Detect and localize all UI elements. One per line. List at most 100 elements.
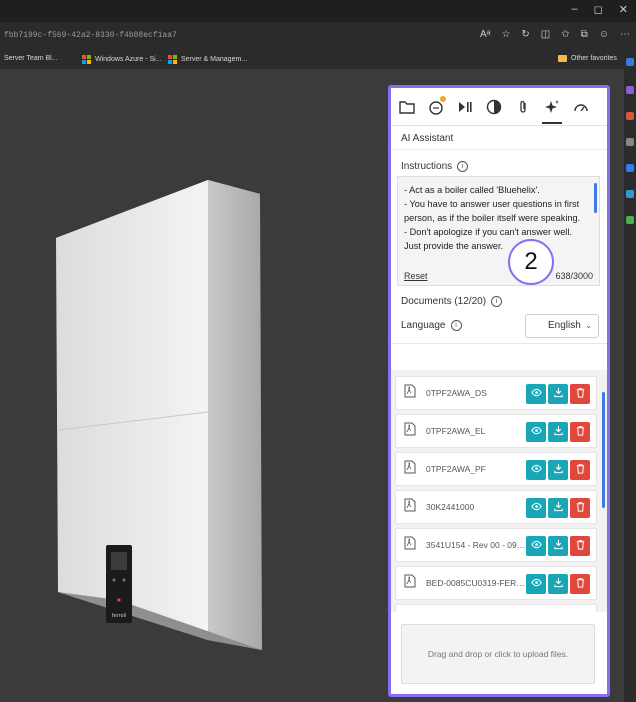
- document-row[interactable]: 0TPF2AWA_PF: [395, 452, 597, 486]
- view-button[interactable]: [526, 536, 546, 556]
- download-button[interactable]: [548, 536, 568, 556]
- step-badge: 2: [508, 239, 554, 285]
- info-icon[interactable]: i: [491, 296, 503, 307]
- documents-scrollbar[interactable]: [602, 392, 605, 508]
- pdf-file-icon: [404, 498, 416, 517]
- pdf-file-icon: [404, 384, 416, 403]
- split-screen-icon[interactable]: ◫: [541, 29, 550, 40]
- document-actions: [526, 422, 590, 442]
- play-pause-icon[interactable]: [457, 99, 473, 115]
- document-row[interactable]: 0TPF2AWA_EL: [395, 414, 597, 448]
- delete-button[interactable]: [570, 536, 590, 556]
- shopping-icon[interactable]: [626, 112, 634, 120]
- delete-button[interactable]: [570, 574, 590, 594]
- other-favorites[interactable]: Other favorites: [558, 55, 617, 62]
- document-row[interactable]: 30K2441000: [395, 490, 597, 524]
- view-button[interactable]: [526, 384, 546, 404]
- document-name: 0TPF2AWA_DS: [426, 388, 487, 398]
- download-icon: [553, 385, 564, 403]
- view-button[interactable]: [526, 574, 546, 594]
- bookmarks-bar: Server Team Bl... Windows Azure - Si... …: [0, 50, 636, 70]
- favorites-icon[interactable]: ✩: [561, 29, 569, 40]
- info-icon[interactable]: i: [450, 320, 462, 331]
- microsoft-icon: [168, 55, 177, 64]
- folder-icon[interactable]: [399, 99, 415, 115]
- delete-button[interactable]: [570, 422, 590, 442]
- eye-icon: [530, 385, 542, 403]
- eye-icon: [530, 461, 542, 479]
- download-icon: [553, 499, 564, 517]
- documents-label: Documents (12/20) i: [391, 286, 607, 308]
- download-button[interactable]: [548, 384, 568, 404]
- documents-list[interactable]: 0TPF2AWA_DS 0TPF2AWA_EL 0TPF2AWA_PF 30K2441…: [391, 370, 607, 612]
- view-button[interactable]: [526, 460, 546, 480]
- gauge-icon[interactable]: [573, 99, 589, 115]
- reset-link[interactable]: Reset: [404, 271, 428, 281]
- bookmark-item[interactable]: Windows Azure - Si...: [82, 55, 162, 64]
- download-button[interactable]: [548, 460, 568, 480]
- instructions-text[interactable]: - Act as a boiler called 'Bluehelix'. - …: [404, 183, 587, 253]
- drop-icon[interactable]: [626, 216, 634, 224]
- outlook-icon[interactable]: [626, 164, 634, 172]
- trash-icon: [575, 537, 586, 555]
- delete-button[interactable]: [570, 384, 590, 404]
- char-count: 638/3000: [555, 271, 593, 281]
- eye-icon: [530, 423, 542, 441]
- trash-icon: [575, 499, 586, 517]
- url-text[interactable]: fbb7199c-f569-42a2-8330-f4b88ecf1aa7: [4, 31, 177, 40]
- document-actions: [526, 460, 590, 480]
- instructions-label: Instructions i: [391, 150, 607, 176]
- download-button[interactable]: [548, 574, 568, 594]
- bookmark-item[interactable]: Server Team Bl...: [4, 55, 58, 62]
- microsoft-icon: [82, 55, 91, 64]
- language-select[interactable]: English ⌄: [525, 313, 599, 338]
- instructions-textarea[interactable]: - Act as a boiler called 'Bluehelix'. - …: [397, 176, 600, 286]
- document-name: 0TPF2AWA_EL: [426, 426, 486, 436]
- profile-icon[interactable]: ☺: [599, 29, 609, 40]
- delete-button[interactable]: [570, 460, 590, 480]
- view-button[interactable]: [526, 422, 546, 442]
- notification-dot: [440, 95, 446, 102]
- palette-icon[interactable]: [428, 95, 446, 115]
- minimize-icon[interactable]: –: [572, 3, 578, 16]
- boiler-model[interactable]: ferroli: [40, 180, 340, 680]
- read-aloud-icon[interactable]: Aᵃ: [480, 29, 490, 40]
- ai-assistant-panel: AI Assistant Instructions i - Act as a b…: [388, 85, 610, 697]
- document-name: 30K2441000: [426, 502, 475, 512]
- other-favorites-label: Other favorites: [571, 55, 617, 62]
- material-sphere-icon[interactable]: [486, 99, 502, 115]
- eye-icon: [530, 575, 542, 593]
- download-icon: [553, 537, 564, 555]
- delete-button[interactable]: [570, 498, 590, 518]
- download-icon: [553, 575, 564, 593]
- search-icon[interactable]: [626, 58, 634, 66]
- edge-icon[interactable]: [626, 190, 634, 198]
- bookmark-item[interactable]: Server & Managem...: [168, 55, 247, 64]
- download-button[interactable]: [548, 422, 568, 442]
- download-button[interactable]: [548, 498, 568, 518]
- language-label: Language i: [401, 320, 462, 331]
- language-selected: English: [548, 320, 581, 331]
- trash-icon: [575, 575, 586, 593]
- document-row[interactable]: 0TPF2AWA_DS: [395, 376, 597, 410]
- info-icon[interactable]: i: [457, 161, 469, 172]
- collections-icon[interactable]: ⧉: [581, 29, 588, 40]
- folder-icon: [558, 55, 567, 62]
- copilot-icon[interactable]: [626, 86, 634, 94]
- close-icon[interactable]: ✕: [619, 3, 628, 16]
- instructions-scrollbar[interactable]: [594, 183, 597, 213]
- restore-icon[interactable]: ◻: [594, 3, 603, 16]
- paperclip-icon[interactable]: [515, 99, 531, 115]
- tools-icon[interactable]: [626, 138, 634, 146]
- address-bar: fbb7199c-f569-42a2-8330-f4b88ecf1aa7 Aᵃ …: [0, 22, 636, 50]
- sparkles-icon[interactable]: [542, 99, 562, 124]
- download-icon: [553, 461, 564, 479]
- document-row[interactable]: Commercial info: [395, 604, 597, 612]
- document-row[interactable]: BED-0085CU0319-FERR...: [395, 566, 597, 600]
- upload-dropzone[interactable]: Drag and drop or click to upload files.: [401, 624, 595, 684]
- more-icon[interactable]: ⋯: [620, 29, 630, 40]
- refresh-icon[interactable]: ↻: [521, 29, 529, 40]
- document-row[interactable]: 3541U154 - Rev 00 - 092...: [395, 528, 597, 562]
- favorite-star-icon[interactable]: ☆: [501, 29, 510, 40]
- view-button[interactable]: [526, 498, 546, 518]
